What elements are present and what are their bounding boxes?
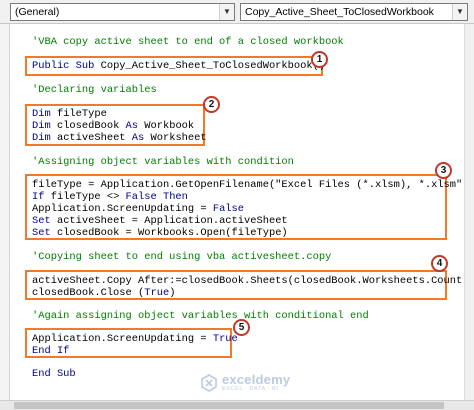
chevron-down-icon[interactable]: ▼ xyxy=(219,4,234,20)
code-line-comment[interactable]: 'Declaring variables xyxy=(32,84,157,96)
object-combobox[interactable]: (General) ▼ xyxy=(10,3,235,21)
exceldemy-watermark: exceldemy EXCEL · DATA · BI xyxy=(200,372,310,394)
code-line-statement[interactable]: Application.ScreenUpdating = False xyxy=(32,203,244,215)
keyword: Dim xyxy=(32,132,51,144)
callout-badge-1: 1 xyxy=(311,51,328,68)
code-text: closedBook.Close ( xyxy=(32,287,145,299)
callout-badge-4: 4 xyxy=(431,255,448,272)
keyword: As xyxy=(131,132,145,144)
keyword: Set xyxy=(32,215,51,227)
callout-badge-3: 3 xyxy=(435,162,452,179)
keyword: Public Sub xyxy=(32,60,95,72)
code-line-comment[interactable]: 'VBA copy active sheet to end of a close… xyxy=(32,36,344,48)
code-window-toolbar: (General) ▼ Copy_Active_Sheet_ToClosedWo… xyxy=(0,0,474,24)
code-line-statement[interactable]: fileType = Application.GetOpenFilename("… xyxy=(32,179,464,191)
callout-badge-2: 2 xyxy=(203,96,220,113)
code-text: Application.ScreenUpdating = xyxy=(32,203,213,215)
keyword: End Sub xyxy=(32,368,76,380)
code-line-if[interactable]: If fileType <> False Then xyxy=(32,191,188,203)
keyword: True xyxy=(144,287,170,299)
keyword: End If xyxy=(32,345,70,357)
chevron-down-icon[interactable]: ▼ xyxy=(452,4,467,20)
code-text: activeSheet xyxy=(50,132,132,144)
code-text: fileType <> xyxy=(44,191,126,203)
keyword: As xyxy=(125,120,139,132)
code-line-comment[interactable]: 'Again assigning object variables with c… xyxy=(32,310,369,322)
watermark-name: exceldemy xyxy=(222,372,291,387)
keyword: Dim xyxy=(32,108,51,120)
code-line-sub-declaration[interactable]: Public Sub Copy_Active_Sheet_ToClosedWor… xyxy=(32,60,325,72)
keyword: False xyxy=(212,203,245,215)
callout-badge-5: 5 xyxy=(233,319,250,336)
keyword: False Then xyxy=(125,191,188,203)
code-line-comment[interactable]: 'Copying sheet to end using vba activesh… xyxy=(32,251,331,263)
code-line-dim[interactable]: Dim activeSheet As Worksheet xyxy=(32,132,207,144)
procedure-combobox-value: Copy_Active_Sheet_ToClosedWorkbook xyxy=(245,6,434,18)
code-line-dim[interactable]: Dim closedBook As Workbook xyxy=(32,120,194,132)
object-combobox-value: (General) xyxy=(15,6,60,18)
code-text: Copy_Active_Sheet_ToClosedWorkbook() xyxy=(94,60,326,72)
code-text: closedBook = Workbooks.Open(fileType) xyxy=(50,227,288,239)
code-line-comment[interactable]: 'Assigning object variables with conditi… xyxy=(32,156,294,168)
keyword: Dim xyxy=(32,120,51,132)
keyword: Set xyxy=(32,227,51,239)
exceldemy-logo-icon xyxy=(201,374,217,392)
code-editor[interactable]: 'VBA copy active sheet to end of a close… xyxy=(10,24,464,400)
code-text: activeSheet = Application.activeSheet xyxy=(50,215,288,227)
keyword: True xyxy=(212,333,238,345)
code-text: Worksheet xyxy=(144,132,207,144)
vertical-scrollbar[interactable] xyxy=(464,24,474,400)
code-text: closedBook xyxy=(50,120,126,132)
code-line-end-sub[interactable]: End Sub xyxy=(32,368,76,380)
code-text: Workbook xyxy=(138,120,195,132)
code-line-dim[interactable]: Dim fileType xyxy=(32,108,107,120)
horizontal-scrollbar-thumb[interactable] xyxy=(14,402,444,409)
code-line-statement[interactable]: closedBook.Close (True) xyxy=(32,287,175,299)
code-line-statement[interactable]: Application.ScreenUpdating = True xyxy=(32,333,238,345)
procedure-combobox[interactable]: Copy_Active_Sheet_ToClosedWorkbook ▼ xyxy=(240,3,468,21)
horizontal-scrollbar[interactable] xyxy=(0,400,474,410)
watermark-tagline: EXCEL · DATA · BI xyxy=(222,386,279,392)
code-line-set[interactable]: Set closedBook = Workbooks.Open(fileType… xyxy=(32,227,288,239)
code-text: ) xyxy=(169,287,176,299)
code-line-statement[interactable]: activeSheet.Copy After:=closedBook.Sheet… xyxy=(32,275,464,287)
keyword: If xyxy=(32,191,45,203)
margin-indicator-bar[interactable] xyxy=(0,24,10,400)
code-line-end-if[interactable]: End If xyxy=(32,345,69,357)
code-text: Application.ScreenUpdating = xyxy=(32,333,213,345)
code-line-set[interactable]: Set activeSheet = Application.activeShee… xyxy=(32,215,288,227)
code-text: fileType xyxy=(50,108,107,120)
